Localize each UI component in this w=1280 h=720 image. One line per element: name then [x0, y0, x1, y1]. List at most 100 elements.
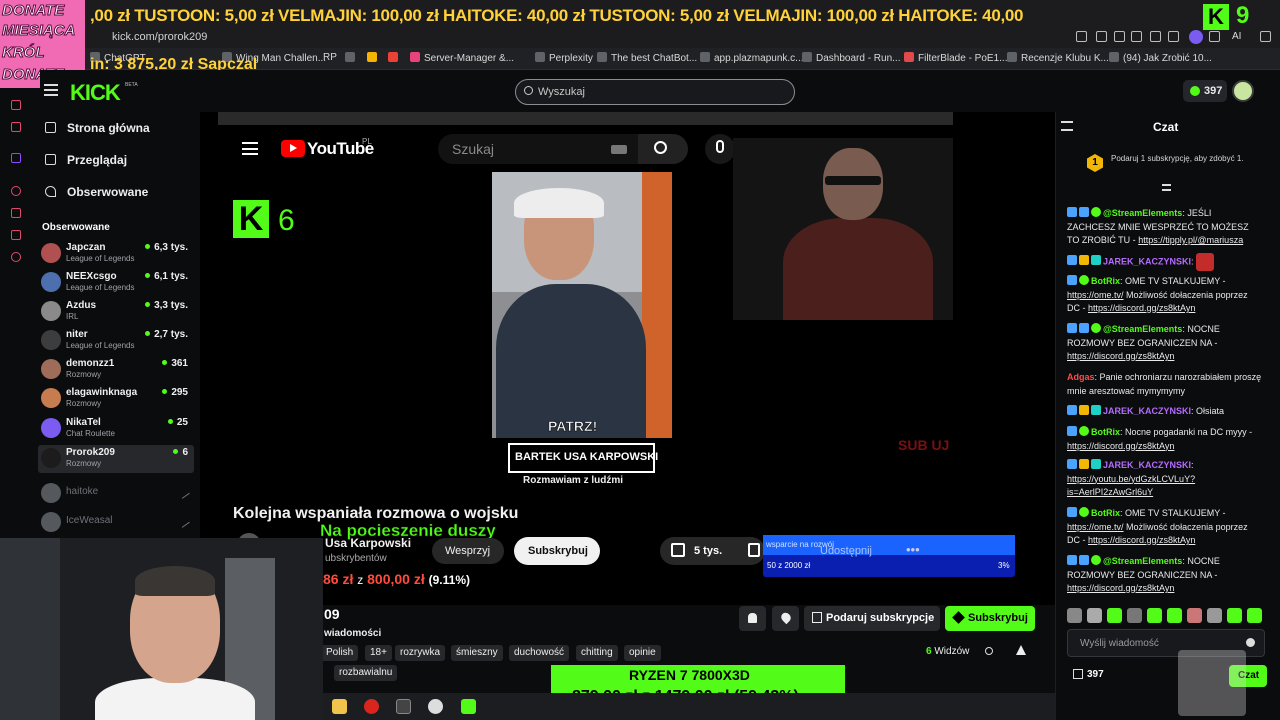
emoji-icon[interactable] — [1246, 638, 1255, 647]
bookmark-item[interactable]: Recenzje Klubu K... — [1007, 52, 1109, 64]
kick-logo[interactable]: KICK — [70, 80, 121, 106]
emote-icon[interactable] — [1227, 608, 1242, 623]
menu-icon[interactable] — [1260, 31, 1271, 42]
chat-username[interactable]: JAREK_KACZYNSKI — [1103, 460, 1191, 470]
emote-icon[interactable] — [1127, 608, 1142, 623]
tag[interactable]: chitting — [576, 645, 618, 661]
record-icon[interactable] — [11, 186, 21, 196]
tag[interactable]: Polish — [321, 645, 359, 661]
chat-link[interactable]: https://ome.tv/ — [1067, 522, 1124, 532]
yt-menu-icon — [242, 142, 258, 155]
twitch-icon[interactable] — [11, 153, 21, 163]
followed-channel[interactable]: NikaTel Chat Roulette 25 — [38, 415, 194, 443]
chat-username[interactable]: BotRix — [1091, 508, 1120, 518]
bookmark-item[interactable]: Perplexity — [535, 52, 593, 64]
tag[interactable]: rozrywka — [395, 645, 446, 661]
app-icon[interactable] — [11, 208, 21, 218]
app-icon[interactable] — [364, 699, 379, 714]
chat-link[interactable]: https://youtu.be/ydGzkLCVLuY?is=AerlPI2z… — [1067, 474, 1195, 498]
search-icon — [654, 141, 667, 154]
chat-link[interactable]: https://ome.tv/ — [1067, 290, 1124, 300]
chat-link[interactable]: https://discord.gg/zs8ktAyn — [1067, 583, 1174, 593]
chat-username[interactable]: @StreamElements — [1103, 556, 1182, 566]
folder-icon[interactable] — [332, 699, 347, 714]
hamburger-menu-icon[interactable] — [44, 84, 58, 96]
verified-icon — [1091, 555, 1101, 565]
app-icon[interactable] — [11, 122, 21, 132]
followed-channel[interactable]: niter League of Legends 2,7 tys. — [38, 327, 194, 355]
followed-channel-offline[interactable]: IceWeasal — [38, 509, 194, 537]
followed-channel-offline[interactable]: haitoke — [38, 480, 194, 508]
download-icon[interactable] — [1209, 31, 1220, 42]
emote-icon[interactable] — [1107, 608, 1122, 623]
chat-username[interactable]: JAREK_KACZYNSKI — [1103, 406, 1191, 416]
followed-channel[interactable]: NEEXcsgo League of Legends 6,1 tys. — [38, 269, 194, 297]
chat-link[interactable]: https://discord.gg/zs8ktAyn — [1067, 441, 1174, 451]
bookmark-item[interactable] — [367, 52, 381, 64]
chat-username[interactable]: Adgas — [1067, 372, 1095, 382]
chat-link[interactable]: https://discord.gg/zs8ktAyn — [1088, 535, 1195, 545]
ai-label[interactable]: AI — [1232, 31, 1241, 42]
followed-channel[interactable]: demonzz1 Rozmowy 361 — [38, 356, 194, 384]
bookmark-icon — [535, 52, 545, 62]
collapse-chat-icon[interactable] — [1061, 121, 1073, 131]
report-icon[interactable] — [1016, 645, 1026, 655]
emote-icon[interactable] — [1207, 608, 1222, 623]
chat-username[interactable]: @StreamElements — [1103, 208, 1182, 218]
badge-icon — [1067, 507, 1077, 517]
nav-following[interactable]: Obserwowane — [67, 185, 148, 199]
channel-category: Rozmowy — [66, 370, 102, 379]
bookmark-item[interactable]: (94) Jak Zrobić 10... — [1109, 52, 1212, 64]
followed-channel[interactable]: Japczan League of Legends 6,3 tys. — [38, 240, 194, 268]
bookmark-item[interactable]: Dashboard - Run... — [802, 52, 901, 64]
bookmark-item[interactable] — [345, 52, 359, 64]
emote-icon[interactable] — [1247, 608, 1262, 623]
emote-icon[interactable] — [1147, 608, 1162, 623]
followed-channel[interactable]: elagawinknaga Rozmowy 295 — [38, 385, 194, 413]
share-icon[interactable] — [985, 647, 993, 655]
chat-username[interactable]: BotRix — [1091, 427, 1120, 437]
extension-icon[interactable] — [1076, 31, 1087, 42]
emote-icon[interactable] — [1187, 608, 1202, 623]
extension-icon[interactable] — [1096, 31, 1107, 42]
bookmark-item[interactable] — [388, 52, 402, 64]
nav-browse[interactable]: Przeglądaj — [67, 153, 127, 167]
bookmark-item[interactable]: The best ChatBot... — [597, 52, 697, 64]
emote-icon[interactable] — [1167, 608, 1182, 623]
chat-username[interactable]: @StreamElements — [1103, 324, 1182, 334]
user-avatar[interactable] — [1232, 80, 1254, 102]
chat-link[interactable]: https://discord.gg/zs8ktAyn — [1067, 351, 1174, 361]
settings-icon[interactable] — [11, 252, 21, 262]
followed-channel[interactable]: Azdus IRL 3,3 tys. — [38, 298, 194, 326]
nav-home[interactable]: Strona główna — [67, 121, 150, 135]
chat-username[interactable]: BotRix — [1091, 276, 1120, 286]
chat-username[interactable]: JAREK_KACZYNSKI — [1103, 256, 1191, 266]
extension-icon[interactable] — [1114, 31, 1125, 42]
app-icon[interactable] — [428, 699, 443, 714]
tag[interactable]: rozbawialnu — [334, 665, 398, 681]
obs-icon[interactable] — [396, 699, 411, 714]
url-text[interactable]: kick.com/prorok209 — [112, 31, 207, 43]
chat-link[interactable]: https://tipply.pl/@mariusza — [1138, 235, 1243, 245]
play-icon[interactable] — [1131, 31, 1142, 42]
tag[interactable]: 18+ — [365, 645, 392, 661]
emote-icon[interactable] — [1087, 608, 1102, 623]
app-icon[interactable] — [11, 230, 21, 240]
app-icon[interactable] — [461, 699, 476, 714]
emote-icon[interactable] — [1067, 608, 1082, 623]
bookmark-icon — [410, 52, 420, 62]
bookmark-item[interactable]: Server-Manager &... — [410, 52, 514, 64]
bookmark-item[interactable]: RP — [323, 52, 337, 63]
chat-link[interactable]: https://discord.gg/zs8ktAyn — [1088, 303, 1195, 313]
extension-icon[interactable] — [1168, 31, 1179, 42]
tag[interactable]: śmieszny — [451, 645, 503, 661]
heart-icon[interactable] — [1150, 31, 1161, 42]
app-icon[interactable] — [11, 100, 21, 110]
bookmark-item[interactable]: FilterBlade - PoE1... — [904, 52, 1007, 64]
tag[interactable]: duchowość — [509, 645, 570, 661]
tag[interactable]: opinie — [624, 645, 661, 661]
followed-channel-active[interactable]: Prorok209 Rozmowy 6 — [38, 445, 194, 473]
pinned-chevron-icon[interactable] — [1162, 184, 1171, 191]
bookmark-item[interactable]: app.plazmapunk.c... — [700, 52, 804, 64]
profile-avatar-icon[interactable] — [1189, 30, 1203, 44]
